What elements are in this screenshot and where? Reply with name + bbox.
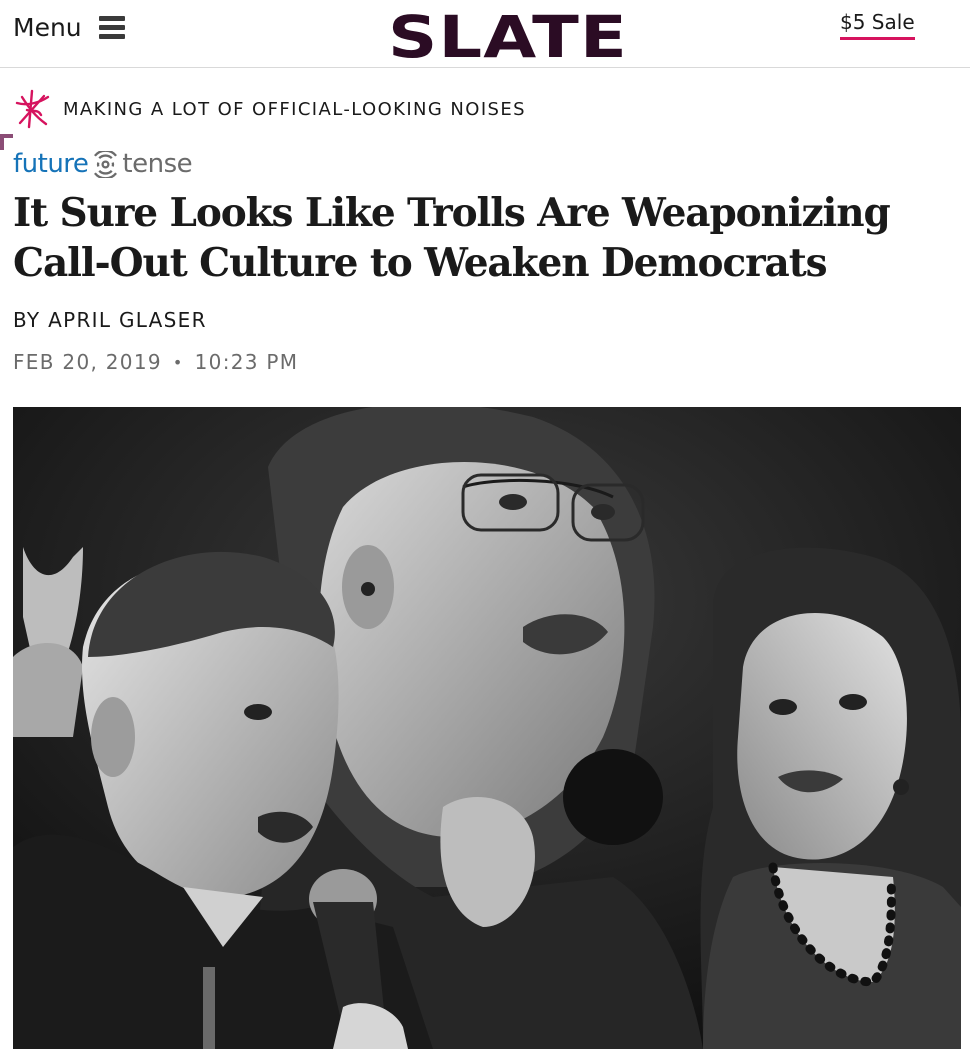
scribble-star-icon <box>15 89 50 129</box>
site-header: Menu SLATE $5 Sale <box>0 0 970 68</box>
signal-rings-icon <box>94 150 118 178</box>
article-headline: It Sure Looks Like Trolls Are Weaponizin… <box>13 190 891 286</box>
hamburger-icon <box>98 15 125 39</box>
brand-future-text: future <box>13 149 89 179</box>
byline: BY APRIL GLASER <box>13 308 207 332</box>
publish-date: FEB 20, 2019 <box>13 350 162 374</box>
hero-photo-collage <box>13 407 961 1049</box>
dateline: FEB 20, 2019 • 10:23 PM <box>13 350 298 374</box>
menu-button[interactable]: Menu <box>13 10 125 44</box>
publish-time: 10:23 PM <box>194 350 299 374</box>
menu-label: Menu <box>13 12 82 42</box>
right-person <box>700 547 961 1049</box>
article-kicker: MAKING A LOT OF OFFICIAL-LOOKING NOISES <box>13 88 526 130</box>
date-separator: • <box>172 352 184 372</box>
author-link[interactable]: APRIL GLASER <box>48 308 207 332</box>
byline-prefix: BY <box>13 308 41 332</box>
hero-image <box>13 407 961 1049</box>
future-tense-section-link[interactable]: future tense <box>13 146 193 182</box>
kicker-text: MAKING A LOT OF OFFICIAL-LOOKING NOISES <box>63 98 526 120</box>
corner-marker-icon <box>0 134 13 150</box>
sale-link[interactable]: $5 Sale <box>840 10 915 40</box>
microphone-center <box>563 749 663 845</box>
brand-tense-text: tense <box>122 149 193 179</box>
slate-logo[interactable]: SLATE <box>388 6 628 68</box>
